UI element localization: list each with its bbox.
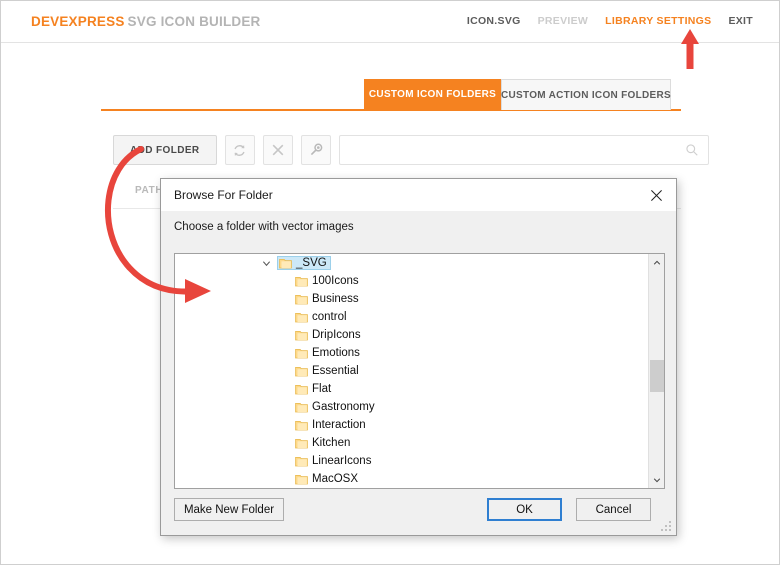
- tree-item-label: Interaction: [312, 419, 366, 431]
- app-brand: DEVEXPRESS SVG ICON BUILDER: [31, 14, 261, 29]
- scroll-up-button[interactable]: [649, 254, 664, 271]
- delete-folder-button[interactable]: [262, 135, 293, 165]
- make-new-folder-button[interactable]: Make New Folder: [174, 498, 284, 521]
- tree-item-label: Gastronomy: [312, 401, 375, 413]
- tree-item-label: control: [312, 311, 347, 323]
- app-header: DEVEXPRESS SVG ICON BUILDER ICON.SVG PREV…: [1, 1, 779, 43]
- tab-custom-icon-folders[interactable]: CUSTOM ICON FOLDERS: [364, 79, 501, 110]
- resize-grip[interactable]: [661, 521, 673, 533]
- ok-button[interactable]: OK: [487, 498, 562, 521]
- tree-item[interactable]: Interaction: [175, 416, 649, 434]
- tab-strip: CUSTOM ICON FOLDERS CUSTOM ACTION ICON F…: [1, 79, 779, 111]
- folder-icon: [295, 366, 308, 376]
- tree-scrollbar[interactable]: [648, 254, 664, 488]
- app-window: DEVEXPRESS SVG ICON BUILDER ICON.SVG PREV…: [0, 0, 780, 565]
- chevron-down-icon[interactable]: [259, 259, 273, 268]
- tree-item-label: Emotions: [312, 347, 360, 359]
- tree-item-label: Essential: [312, 365, 359, 377]
- pin-button[interactable]: [300, 135, 331, 165]
- tree-item-label: LinearIcons: [312, 455, 372, 467]
- folder-icon: [295, 312, 308, 322]
- tree-item-label: Business: [312, 293, 359, 305]
- close-x-icon: [272, 144, 283, 156]
- tree-item-label: Flat: [312, 383, 332, 395]
- tree-item-label: _SVG: [296, 257, 327, 269]
- tree-item-label: Kitchen: [312, 437, 351, 449]
- red-up-arrow-annotation: [681, 29, 699, 69]
- folder-tree-list: _SVG 100Icons Business control DripIcons…: [175, 254, 649, 488]
- tree-item[interactable]: Business: [175, 290, 649, 308]
- tree-item-label: DripIcons: [312, 329, 361, 341]
- folder-icon: [295, 294, 308, 304]
- search-icon[interactable]: [685, 143, 699, 157]
- browse-for-folder-dialog: Browse For Folder Choose a folder with v…: [160, 178, 677, 536]
- tree-item[interactable]: DripIcons: [175, 326, 649, 344]
- tree-item[interactable]: Gastronomy: [175, 398, 649, 416]
- search-box[interactable]: [338, 135, 709, 165]
- tree-item-label: MacOSX: [312, 473, 359, 485]
- pin-icon: [310, 143, 322, 156]
- tree-item[interactable]: Essential: [175, 362, 649, 380]
- nav-item-preview[interactable]: PREVIEW: [538, 15, 589, 27]
- chevron-up-icon: [653, 260, 661, 265]
- grid-column-path: PATH: [135, 185, 164, 196]
- tree-item-root[interactable]: _SVG: [175, 254, 649, 272]
- dialog-title: Browse For Folder: [174, 188, 273, 202]
- close-icon: [650, 189, 662, 201]
- tree-item[interactable]: Flat: [175, 380, 649, 398]
- tree-item-label: 100Icons: [312, 275, 359, 287]
- tree-item[interactable]: Emotions: [175, 344, 649, 362]
- dialog-close-button[interactable]: [640, 182, 672, 208]
- folder-icon: [279, 258, 292, 268]
- top-navigation: ICON.SVG PREVIEW LIBRARY SETTINGS EXIT: [467, 15, 753, 27]
- folder-icon: [295, 438, 308, 448]
- folder-icon: [295, 276, 308, 286]
- tab-custom-action-icon-folders[interactable]: CUSTOM ACTION ICON FOLDERS: [501, 79, 671, 110]
- add-folder-button[interactable]: ADD FOLDER: [113, 135, 217, 165]
- chevron-down-icon: [653, 477, 661, 482]
- folder-icon: [295, 330, 308, 340]
- tree-item[interactable]: control: [175, 308, 649, 326]
- dialog-button-bar: Make New Folder OK Cancel: [161, 489, 676, 535]
- refresh-button[interactable]: [224, 135, 255, 165]
- tree-item[interactable]: LinearIcons: [175, 452, 649, 470]
- tree-item[interactable]: Kitchen: [175, 434, 649, 452]
- folder-tree-panel: _SVG 100Icons Business control DripIcons…: [174, 253, 665, 489]
- folder-icon: [295, 420, 308, 430]
- dialog-prompt: Choose a folder with vector images: [174, 221, 354, 233]
- nav-item-icon-svg[interactable]: ICON.SVG: [467, 15, 521, 27]
- folders-toolbar: ADD FOLDER: [113, 135, 709, 165]
- scroll-down-button[interactable]: [649, 471, 664, 488]
- brand-secondary: SVG ICON BUILDER: [127, 14, 261, 29]
- folder-icon: [295, 384, 308, 394]
- folder-icon: [295, 474, 308, 484]
- dialog-titlebar: Browse For Folder: [161, 179, 676, 212]
- brand-primary: DEVEXPRESS: [31, 14, 125, 29]
- refresh-icon: [234, 144, 245, 156]
- scrollbar-thumb[interactable]: [650, 360, 664, 392]
- folder-icon: [295, 456, 308, 466]
- search-input[interactable]: [339, 136, 680, 164]
- tree-item[interactable]: MacOSX: [175, 470, 649, 488]
- nav-item-exit[interactable]: EXIT: [728, 15, 753, 27]
- folder-icon: [295, 348, 308, 358]
- nav-item-library-settings[interactable]: LIBRARY SETTINGS: [605, 15, 711, 27]
- folder-icon: [295, 402, 308, 412]
- cancel-button[interactable]: Cancel: [576, 498, 651, 521]
- tree-item[interactable]: 100Icons: [175, 272, 649, 290]
